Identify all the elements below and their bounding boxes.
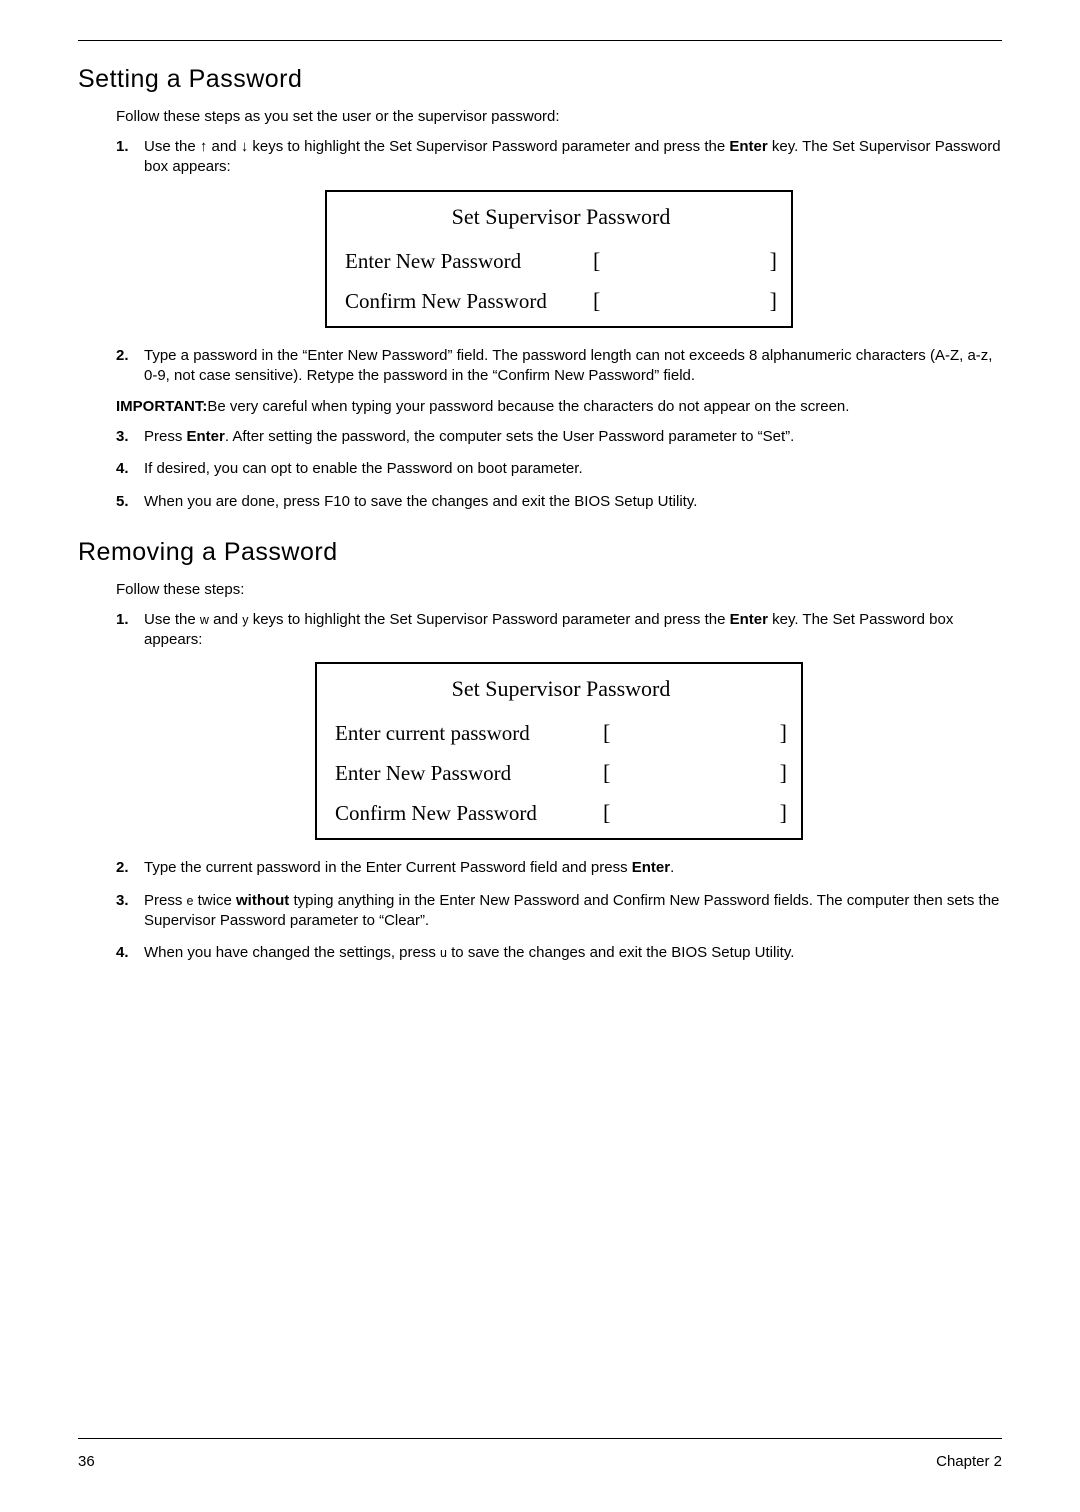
step-number: 1.	[116, 610, 144, 651]
step-text: When you are done, press F10 to save the…	[144, 492, 1002, 512]
dialog-title: Set Supervisor Password	[335, 676, 787, 702]
text-fragment: .	[670, 859, 674, 876]
bracket-open: [	[593, 288, 600, 314]
step-text: Type a password in the “Enter New Passwo…	[144, 346, 1002, 387]
field-label: Confirm New Password	[345, 289, 585, 314]
text-fragment: keys to highlight the Set Supervisor Pas…	[249, 611, 730, 628]
bracket-close: ]	[780, 800, 787, 826]
text-fragment: and	[207, 138, 240, 155]
step-item: 3. Press Enter. After setting the passwo…	[116, 427, 1002, 447]
set-supervisor-password-dialog: Set Supervisor Password Enter New Passwo…	[325, 190, 793, 328]
enter-key-label: Enter	[730, 611, 768, 628]
step-number: 2.	[116, 346, 144, 387]
section1-steps-cont2: 3. Press Enter. After setting the passwo…	[116, 427, 1002, 512]
text-fragment: . After setting the password, the comput…	[225, 428, 794, 445]
step-number: 5.	[116, 492, 144, 512]
enter-key-label: Enter	[729, 138, 767, 155]
step-number: 3.	[116, 427, 144, 447]
step-item: 4. If desired, you can opt to enable the…	[116, 459, 1002, 479]
dialog-row: Enter New Password [ ]	[335, 760, 787, 786]
bracket-close: ]	[780, 760, 787, 786]
important-text: Be very careful when typing your passwor…	[207, 398, 849, 415]
text-fragment: twice	[193, 892, 236, 909]
section2-intro: Follow these steps:	[116, 581, 1002, 598]
important-label: IMPORTANT:	[116, 398, 207, 415]
important-note: IMPORTANT:Be very careful when typing yo…	[116, 398, 1002, 415]
step-item: 2. Type the current password in the Ente…	[116, 858, 1002, 878]
footer-divider	[78, 1438, 1002, 1439]
bracket-open: [	[603, 720, 610, 746]
bracket-close: ]	[780, 720, 787, 746]
section1-intro: Follow these steps as you set the user o…	[116, 108, 1002, 125]
without-bold: without	[236, 892, 289, 909]
step-text: Use the w and y keys to highlight the Se…	[144, 610, 1002, 651]
step-text: Type the current password in the Enter C…	[144, 858, 1002, 878]
section2-steps-cont: 2. Type the current password in the Ente…	[116, 858, 1002, 963]
enter-key-label: Enter	[187, 428, 225, 445]
section2-body: Follow these steps: 1. Use the w and y k…	[116, 581, 1002, 964]
page-footer: 36 Chapter 2	[78, 1438, 1002, 1470]
section1-steps: 1. Use the ↑ and ↓ keys to highlight the…	[116, 137, 1002, 178]
step-item: 4. When you have changed the settings, p…	[116, 943, 1002, 963]
heading-setting-password: Setting a Password	[78, 65, 1002, 94]
field-label: Enter New Password	[345, 249, 585, 274]
step-number: 4.	[116, 459, 144, 479]
step-number: 2.	[116, 858, 144, 878]
step-item: 1. Use the w and y keys to highlight the…	[116, 610, 1002, 651]
page: Setting a Password Follow these steps as…	[0, 0, 1080, 1512]
key-u: u	[440, 946, 447, 960]
text-fragment: When you have changed the settings, pres…	[144, 944, 440, 961]
step-text: Use the ↑ and ↓ keys to highlight the Se…	[144, 137, 1002, 178]
dialog-row: Confirm New Password [ ]	[345, 288, 777, 314]
key-w: w	[200, 613, 209, 627]
footer-row: 36 Chapter 2	[78, 1453, 1002, 1470]
text-fragment: Use the	[144, 138, 200, 155]
step-number: 1.	[116, 137, 144, 178]
chapter-label: Chapter 2	[936, 1453, 1002, 1470]
step-text: Press e twice without typing anything in…	[144, 891, 1002, 932]
bracket-open: [	[603, 800, 610, 826]
section2-steps: 1. Use the w and y keys to highlight the…	[116, 610, 1002, 651]
step-item: 2. Type a password in the “Enter New Pas…	[116, 346, 1002, 387]
field-label: Confirm New Password	[335, 801, 595, 826]
section1-steps-cont: 2. Type a password in the “Enter New Pas…	[116, 346, 1002, 387]
dialog-row: Enter New Password [ ]	[345, 248, 777, 274]
text-fragment: keys to highlight the Set Supervisor Pas…	[248, 138, 729, 155]
dialog-row: Confirm New Password [ ]	[335, 800, 787, 826]
top-divider	[78, 40, 1002, 41]
bracket-close: ]	[770, 288, 777, 314]
step-item: 3. Press e twice without typing anything…	[116, 891, 1002, 932]
step-number: 4.	[116, 943, 144, 963]
text-fragment: and	[209, 611, 242, 628]
bracket-close: ]	[770, 248, 777, 274]
step-text: If desired, you can opt to enable the Pa…	[144, 459, 1002, 479]
step-item: 5. When you are done, press F10 to save …	[116, 492, 1002, 512]
dialog-title: Set Supervisor Password	[345, 204, 777, 230]
set-supervisor-password-dialog-2: Set Supervisor Password Enter current pa…	[315, 662, 803, 840]
text-fragment: to save the changes and exit the BIOS Se…	[447, 944, 794, 961]
step-number: 3.	[116, 891, 144, 932]
bracket-open: [	[593, 248, 600, 274]
step-item: 1. Use the ↑ and ↓ keys to highlight the…	[116, 137, 1002, 178]
enter-key-label: Enter	[632, 859, 670, 876]
bracket-open: [	[603, 760, 610, 786]
text-fragment: Type the current password in the Enter C…	[144, 859, 632, 876]
text-fragment: Press	[144, 892, 187, 909]
page-number: 36	[78, 1453, 95, 1470]
text-fragment: Use the	[144, 611, 200, 628]
field-label: Enter New Password	[335, 761, 595, 786]
heading-removing-password: Removing a Password	[78, 538, 1002, 567]
dialog-row: Enter current password [ ]	[335, 720, 787, 746]
text-fragment: Press	[144, 428, 187, 445]
field-label: Enter current password	[335, 721, 595, 746]
step-text: Press Enter. After setting the password,…	[144, 427, 1002, 447]
step-text: When you have changed the settings, pres…	[144, 943, 1002, 963]
section1-body: Follow these steps as you set the user o…	[116, 108, 1002, 512]
